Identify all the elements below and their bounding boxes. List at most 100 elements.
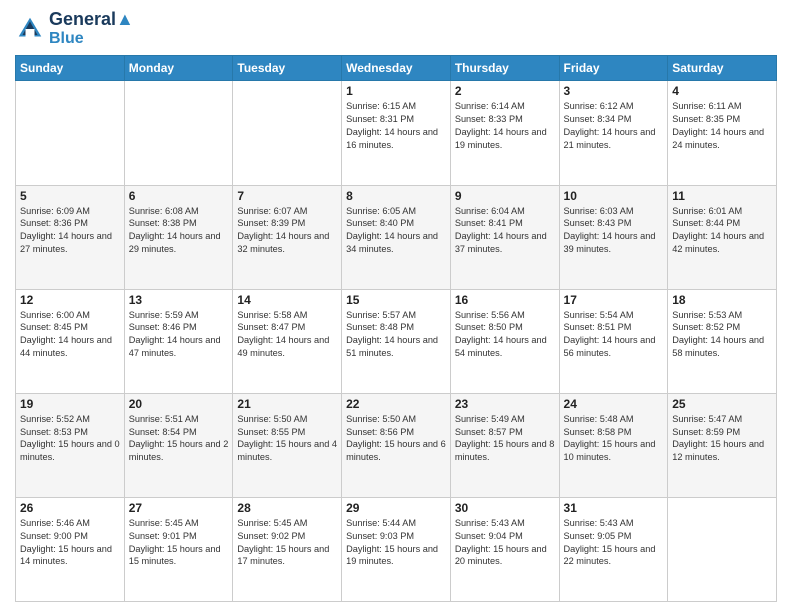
calendar-cell: 17Sunrise: 5:54 AM Sunset: 8:51 PM Dayli…: [559, 289, 668, 393]
cell-content: Sunrise: 6:09 AM Sunset: 8:36 PM Dayligh…: [20, 205, 120, 257]
day-number: 12: [20, 293, 120, 307]
calendar-cell: 6 Sunrise: 6:08 AM Sunset: 8:38 PM Daylig…: [124, 185, 233, 289]
day-number: 26: [20, 501, 120, 515]
calendar-cell: 9 Sunrise: 6:04 AM Sunset: 8:41 PM Daylig…: [450, 185, 559, 289]
calendar-cell: 26Sunrise: 5:46 AM Sunset: 9:00 PM Dayli…: [16, 497, 125, 601]
day-number: 31: [564, 501, 664, 515]
calendar-cell: 15 Sunrise: 5:57 AM Sunset: 8:48 PM Dayli…: [342, 289, 451, 393]
day-number: 15: [346, 293, 446, 307]
logo-icon: [15, 14, 45, 44]
calendar-cell: 30 Sunrise: 5:43 AM Sunset: 9:04 PM Dayli…: [450, 497, 559, 601]
cell-content: Sunrise: 6:00 AM Sunset: 8:45 PM Dayligh…: [20, 309, 120, 361]
calendar-day-header: Wednesday: [342, 56, 451, 81]
calendar-cell: 12 Sunrise: 6:00 AM Sunset: 8:45 PM Dayli…: [16, 289, 125, 393]
day-number: 21: [237, 397, 337, 411]
calendar-week-row: 12 Sunrise: 6:00 AM Sunset: 8:45 PM Dayli…: [16, 289, 777, 393]
calendar-cell: [668, 497, 777, 601]
calendar-day-header: Thursday: [450, 56, 559, 81]
calendar-cell: 3 Sunrise: 6:12 AM Sunset: 8:34 PM Daylig…: [559, 81, 668, 185]
cell-content: Sunrise: 5:43 AM Sunset: 9:05 PM Dayligh…: [564, 517, 664, 569]
calendar-week-row: 19 Sunrise: 5:52 AM Sunset: 8:53 PM Dayli…: [16, 393, 777, 497]
calendar-cell: 31 Sunrise: 5:43 AM Sunset: 9:05 PM Dayli…: [559, 497, 668, 601]
day-number: 27: [129, 501, 229, 515]
cell-content: Sunrise: 6:11 AM Sunset: 8:35 PM Dayligh…: [672, 100, 772, 152]
calendar-cell: [124, 81, 233, 185]
cell-content: Sunrise: 5:59 AM Sunset: 8:46 PM Dayligh…: [129, 309, 229, 361]
calendar-cell: 20Sunrise: 5:51 AM Sunset: 8:54 PM Dayli…: [124, 393, 233, 497]
calendar-cell: 2Sunrise: 6:14 AM Sunset: 8:33 PM Daylig…: [450, 81, 559, 185]
calendar-cell: 25Sunrise: 5:47 AM Sunset: 8:59 PM Dayli…: [668, 393, 777, 497]
cell-content: Sunrise: 5:50 AM Sunset: 8:56 PM Dayligh…: [346, 413, 446, 465]
logo: General▲ Blue: [15, 10, 134, 47]
day-number: 8: [346, 189, 446, 203]
cell-content: Sunrise: 6:07 AM Sunset: 8:39 PM Dayligh…: [237, 205, 337, 257]
calendar-cell: 19 Sunrise: 5:52 AM Sunset: 8:53 PM Dayli…: [16, 393, 125, 497]
calendar-cell: 22 Sunrise: 5:50 AM Sunset: 8:56 PM Dayli…: [342, 393, 451, 497]
day-number: 25: [672, 397, 772, 411]
calendar-week-row: 5 Sunrise: 6:09 AM Sunset: 8:36 PM Daylig…: [16, 185, 777, 289]
cell-content: Sunrise: 5:43 AM Sunset: 9:04 PM Dayligh…: [455, 517, 555, 569]
calendar-cell: 8 Sunrise: 6:05 AM Sunset: 8:40 PM Daylig…: [342, 185, 451, 289]
day-number: 1: [346, 84, 446, 98]
logo-text: General▲ Blue: [49, 10, 134, 47]
calendar-cell: 29 Sunrise: 5:44 AM Sunset: 9:03 PM Dayli…: [342, 497, 451, 601]
day-number: 30: [455, 501, 555, 515]
calendar-cell: [16, 81, 125, 185]
calendar-cell: 16Sunrise: 5:56 AM Sunset: 8:50 PM Dayli…: [450, 289, 559, 393]
cell-content: Sunrise: 6:15 AM Sunset: 8:31 PM Dayligh…: [346, 100, 446, 152]
cell-content: Sunrise: 5:56 AM Sunset: 8:50 PM Dayligh…: [455, 309, 555, 361]
cell-content: Sunrise: 5:45 AM Sunset: 9:02 PM Dayligh…: [237, 517, 337, 569]
cell-content: Sunrise: 5:45 AM Sunset: 9:01 PM Dayligh…: [129, 517, 229, 569]
cell-content: Sunrise: 6:01 AM Sunset: 8:44 PM Dayligh…: [672, 205, 772, 257]
cell-content: Sunrise: 5:58 AM Sunset: 8:47 PM Dayligh…: [237, 309, 337, 361]
calendar-day-header: Tuesday: [233, 56, 342, 81]
day-number: 17: [564, 293, 664, 307]
day-number: 29: [346, 501, 446, 515]
cell-content: Sunrise: 6:05 AM Sunset: 8:40 PM Dayligh…: [346, 205, 446, 257]
calendar-cell: 14Sunrise: 5:58 AM Sunset: 8:47 PM Dayli…: [233, 289, 342, 393]
cell-content: Sunrise: 6:08 AM Sunset: 8:38 PM Dayligh…: [129, 205, 229, 257]
calendar-cell: [233, 81, 342, 185]
calendar-cell: 10 Sunrise: 6:03 AM Sunset: 8:43 PM Dayli…: [559, 185, 668, 289]
calendar-week-row: 26Sunrise: 5:46 AM Sunset: 9:00 PM Dayli…: [16, 497, 777, 601]
calendar-cell: 5 Sunrise: 6:09 AM Sunset: 8:36 PM Daylig…: [16, 185, 125, 289]
page: General▲ Blue SundayMondayTuesdayWednesd…: [0, 0, 792, 612]
calendar-cell: 13Sunrise: 5:59 AM Sunset: 8:46 PM Dayli…: [124, 289, 233, 393]
cell-content: Sunrise: 5:52 AM Sunset: 8:53 PM Dayligh…: [20, 413, 120, 465]
cell-content: Sunrise: 6:03 AM Sunset: 8:43 PM Dayligh…: [564, 205, 664, 257]
calendar-cell: 18 Sunrise: 5:53 AM Sunset: 8:52 PM Dayli…: [668, 289, 777, 393]
day-number: 24: [564, 397, 664, 411]
calendar-cell: 23Sunrise: 5:49 AM Sunset: 8:57 PM Dayli…: [450, 393, 559, 497]
day-number: 5: [20, 189, 120, 203]
cell-content: Sunrise: 5:51 AM Sunset: 8:54 PM Dayligh…: [129, 413, 229, 465]
day-number: 19: [20, 397, 120, 411]
day-number: 6: [129, 189, 229, 203]
calendar-cell: 11Sunrise: 6:01 AM Sunset: 8:44 PM Dayli…: [668, 185, 777, 289]
calendar-cell: 7Sunrise: 6:07 AM Sunset: 8:39 PM Daylig…: [233, 185, 342, 289]
cell-content: Sunrise: 6:14 AM Sunset: 8:33 PM Dayligh…: [455, 100, 555, 152]
calendar-day-header: Friday: [559, 56, 668, 81]
day-number: 3: [564, 84, 664, 98]
calendar-table: SundayMondayTuesdayWednesdayThursdayFrid…: [15, 55, 777, 602]
cell-content: Sunrise: 6:12 AM Sunset: 8:34 PM Dayligh…: [564, 100, 664, 152]
day-number: 28: [237, 501, 337, 515]
cell-content: Sunrise: 5:53 AM Sunset: 8:52 PM Dayligh…: [672, 309, 772, 361]
day-number: 9: [455, 189, 555, 203]
calendar-cell: 24 Sunrise: 5:48 AM Sunset: 8:58 PM Dayli…: [559, 393, 668, 497]
calendar-cell: 1 Sunrise: 6:15 AM Sunset: 8:31 PM Daylig…: [342, 81, 451, 185]
cell-content: Sunrise: 5:48 AM Sunset: 8:58 PM Dayligh…: [564, 413, 664, 465]
header: General▲ Blue: [15, 10, 777, 47]
cell-content: Sunrise: 5:57 AM Sunset: 8:48 PM Dayligh…: [346, 309, 446, 361]
calendar-cell: 21Sunrise: 5:50 AM Sunset: 8:55 PM Dayli…: [233, 393, 342, 497]
day-number: 22: [346, 397, 446, 411]
calendar-cell: 27 Sunrise: 5:45 AM Sunset: 9:01 PM Dayli…: [124, 497, 233, 601]
calendar-day-header: Saturday: [668, 56, 777, 81]
day-number: 18: [672, 293, 772, 307]
calendar-week-row: 1 Sunrise: 6:15 AM Sunset: 8:31 PM Daylig…: [16, 81, 777, 185]
cell-content: Sunrise: 6:04 AM Sunset: 8:41 PM Dayligh…: [455, 205, 555, 257]
day-number: 10: [564, 189, 664, 203]
calendar-cell: 28 Sunrise: 5:45 AM Sunset: 9:02 PM Dayli…: [233, 497, 342, 601]
cell-content: Sunrise: 5:44 AM Sunset: 9:03 PM Dayligh…: [346, 517, 446, 569]
calendar-cell: 4Sunrise: 6:11 AM Sunset: 8:35 PM Daylig…: [668, 81, 777, 185]
cell-content: Sunrise: 5:49 AM Sunset: 8:57 PM Dayligh…: [455, 413, 555, 465]
